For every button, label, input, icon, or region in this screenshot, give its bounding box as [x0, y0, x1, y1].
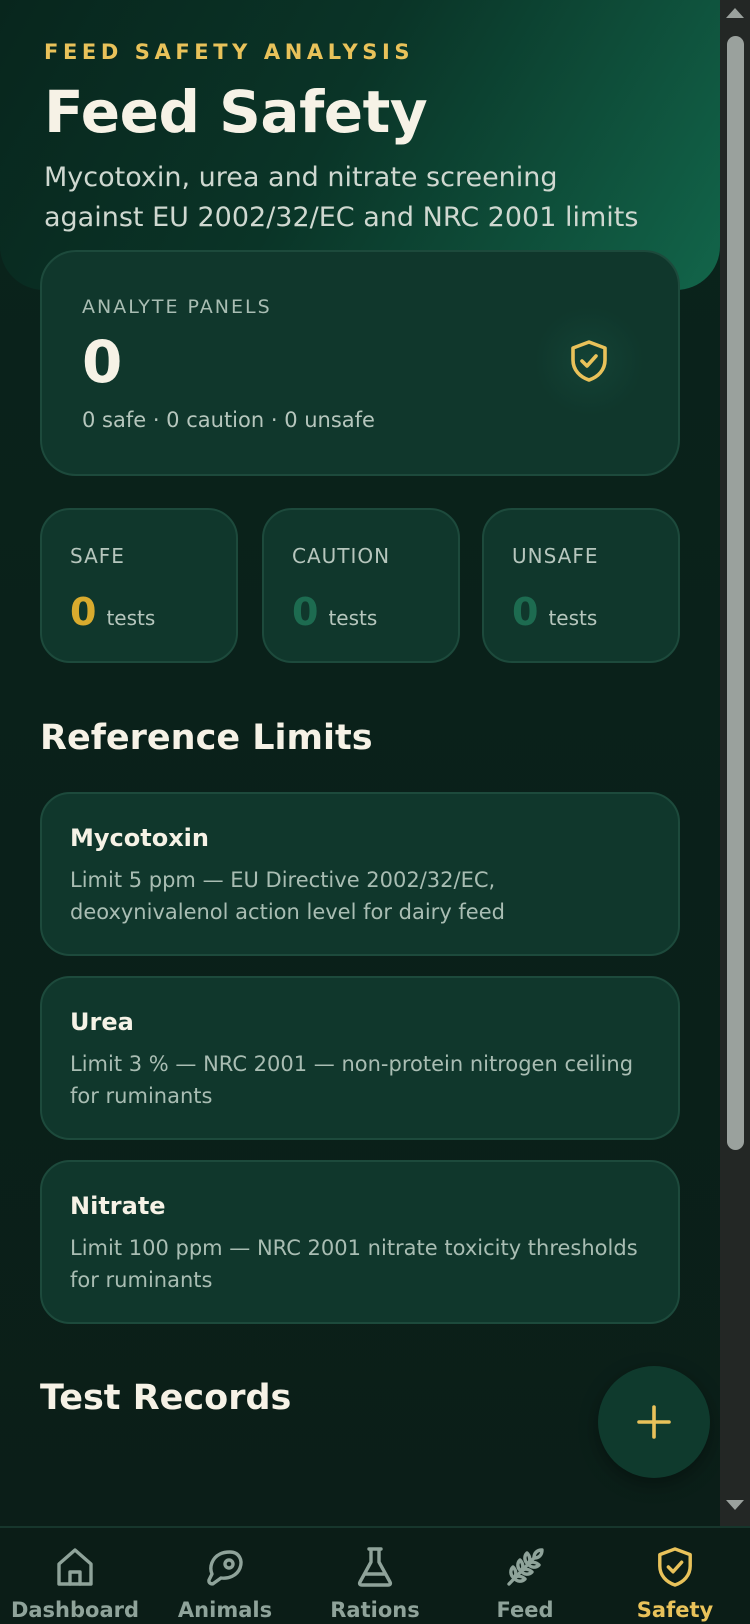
stat-card-unsafe: UNSAFE 0 tests [482, 508, 680, 663]
page-title: Feed Safety [44, 78, 428, 146]
shield-check-icon [534, 306, 644, 416]
stat-value: 0 [512, 590, 539, 634]
analyte-panels-breakdown: 0 safe · 0 caution · 0 unsafe [82, 408, 375, 432]
eyebrow-label: FEED SAFETY ANALYSIS [44, 40, 415, 64]
stat-unit: tests [106, 606, 156, 630]
nav-item-dashboard[interactable]: Dashboard [0, 1528, 150, 1624]
limit-name: Nitrate [70, 1192, 166, 1220]
scroll-up-arrow[interactable] [726, 8, 744, 18]
limit-name: Mycotoxin [70, 824, 209, 852]
limit-description: Limit 3 % — NRC 2001 — non-protein nitro… [70, 1052, 634, 1108]
flask-icon [356, 1544, 394, 1590]
test-records-heading: Test Records [40, 1378, 292, 1418]
plus-icon [637, 1405, 671, 1439]
nav-label: Animals [177, 1598, 273, 1622]
limit-card-urea: Urea Limit 3 % — NRC 2001 — non-protein … [40, 976, 680, 1140]
limit-card-nitrate: Nitrate Limit 100 ppm — NRC 2001 nitrate… [40, 1160, 680, 1324]
stat-unit: tests [328, 606, 378, 630]
limit-card-mycotoxin: Mycotoxin Limit 5 ppm — EU Directive 200… [40, 792, 680, 956]
page-subtitle: Mycotoxin, urea and nitrate screening ag… [44, 162, 639, 233]
nav-label: Rations [330, 1598, 420, 1622]
stat-label: SAFE [70, 544, 125, 568]
stat-unit: tests [548, 606, 598, 630]
shield-check-icon [656, 1544, 694, 1590]
feed-safety-screen: FEED SAFETY ANALYSIS Feed Safety Mycotox… [0, 0, 750, 1624]
stat-card-safe: SAFE 0 tests [40, 508, 238, 663]
limit-description: Limit 5 ppm — EU Directive 2002/32/EC, d… [70, 868, 505, 924]
scrollbar-thumb[interactable] [727, 36, 744, 1150]
analyte-panels-label: ANALYTE PANELS [82, 296, 272, 318]
nav-item-feed[interactable]: Feed [450, 1528, 600, 1624]
stat-value: 0 [70, 590, 97, 634]
stat-card-caution: CAUTION 0 tests [262, 508, 460, 663]
wheat-icon [504, 1544, 546, 1590]
limit-name: Urea [70, 1008, 134, 1036]
add-test-button[interactable] [598, 1366, 710, 1478]
nav-item-rations[interactable]: Rations [300, 1528, 450, 1624]
home-icon [55, 1544, 95, 1590]
hero-header: FEED SAFETY ANALYSIS Feed Safety Mycotox… [0, 0, 720, 290]
nav-item-safety[interactable]: Safety [600, 1528, 750, 1624]
analyte-panels-card: ANALYTE PANELS 0 0 safe · 0 caution · 0 … [40, 250, 680, 476]
reference-limits-heading: Reference Limits [40, 718, 373, 758]
nav-item-animals[interactable]: Animals [150, 1528, 300, 1624]
meat-icon [204, 1544, 246, 1590]
scroll-down-arrow[interactable] [726, 1500, 744, 1510]
analyte-panels-count: 0 [82, 328, 123, 396]
nav-label: Dashboard [10, 1598, 140, 1622]
nav-label: Feed [496, 1598, 554, 1622]
limit-description: Limit 100 ppm — NRC 2001 nitrate toxicit… [70, 1236, 638, 1292]
nav-label: Safety [636, 1598, 714, 1622]
stat-value: 0 [292, 590, 319, 634]
stat-label: UNSAFE [512, 544, 599, 568]
bottom-navigation: Dashboard Animals Rations Feed Safety [0, 1526, 750, 1624]
stat-label: CAUTION [292, 544, 391, 568]
